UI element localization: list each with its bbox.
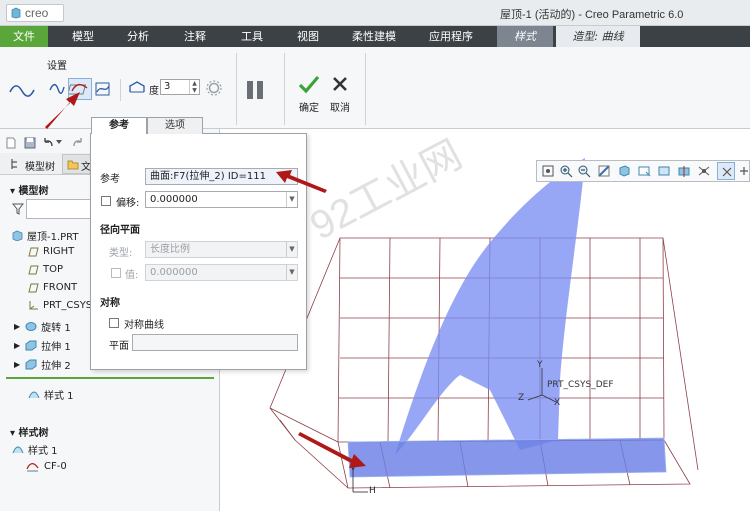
red-arrow-icon <box>298 432 366 468</box>
red-arrow-icon <box>45 92 80 129</box>
annotation-arrows <box>45 92 366 468</box>
red-arrow-icon <box>276 170 327 193</box>
